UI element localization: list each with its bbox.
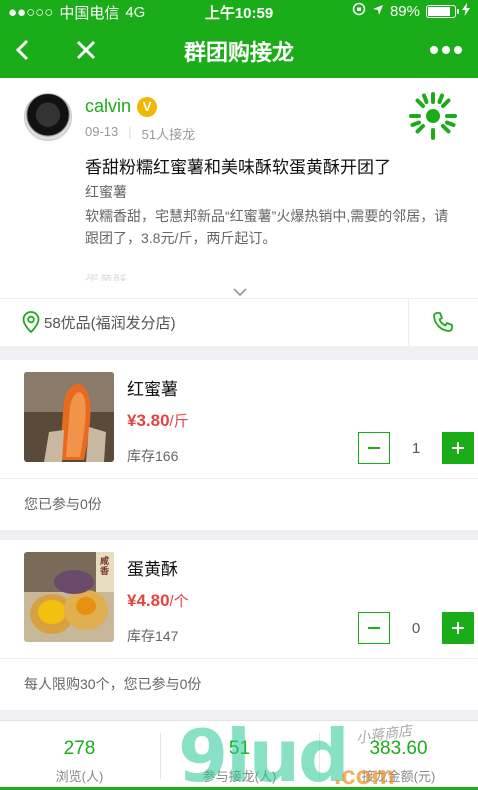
price-value: ¥3.80	[127, 411, 170, 430]
chevron-down-icon	[233, 288, 247, 297]
minus-icon	[368, 447, 380, 449]
price-unit: /斤	[169, 413, 189, 430]
author-name: calvin	[85, 96, 132, 116]
store-name: 58优品(福润发分店)	[44, 315, 176, 332]
product-image[interactable]: 咸香	[24, 552, 114, 642]
status-bar: ●●○○○ 中国电信 4G 上午10:59 89%	[0, 0, 478, 22]
battery-icon	[426, 4, 459, 18]
battery-percent: 89%	[389, 2, 420, 20]
increase-button[interactable]	[442, 432, 474, 464]
more-menu-button[interactable]	[430, 46, 462, 54]
participation-note: 您已参与0份	[24, 496, 102, 512]
increase-button[interactable]	[442, 612, 474, 644]
product-name: 红蜜薯	[127, 380, 178, 399]
sun-logo-icon	[409, 92, 457, 140]
stat-label: 浏览(人)	[55, 769, 104, 784]
rotation-lock-icon	[352, 2, 366, 20]
post-card: calvin V 09-13 | 51人接龙 香甜粉糯红蜜薯和美味酥软蛋黄酥开团…	[0, 78, 478, 347]
post-meta: 09-13 | 51人接龙	[85, 124, 195, 143]
truncated-text: 蛋黄酥	[85, 273, 127, 281]
price-unit: /个	[169, 593, 189, 610]
phone-icon[interactable]	[432, 311, 454, 333]
watermark-domain: .com	[334, 760, 395, 790]
plus-icon	[452, 442, 464, 454]
product-price: ¥3.80/斤	[127, 410, 189, 431]
participant-count: 51人接龙	[141, 127, 196, 142]
product-stock: 库存166	[127, 448, 179, 464]
product-price: ¥4.80/个	[127, 590, 189, 611]
charging-icon	[462, 2, 470, 20]
quantity-stepper: 0	[358, 612, 474, 644]
product-footer: 每人限购30个，您已参与0份	[0, 658, 478, 710]
product-card: 咸香 蛋黄酥 ¥4.80/个 库存147 0 每人限购30个，您已参与0份	[0, 540, 478, 710]
nav-bar: 群团购接龙	[0, 22, 478, 78]
watermark-logo: 9lud	[178, 714, 350, 790]
quantity-value[interactable]: 0	[396, 620, 436, 637]
product-stock: 库存147	[127, 628, 179, 644]
post-subtitle: 红蜜薯	[85, 184, 127, 200]
participation-note: 每人限购30个，您已参与0份	[24, 676, 202, 692]
plus-icon	[452, 622, 464, 634]
store-row[interactable]: 58优品(福润发分店)	[0, 298, 478, 347]
avatar[interactable]	[24, 93, 72, 141]
author-row[interactable]: calvin V	[85, 96, 158, 117]
product-image[interactable]	[24, 372, 114, 462]
decrease-button[interactable]	[358, 612, 390, 644]
package-label: 咸香	[100, 556, 110, 576]
product-name: 蛋黄酥	[127, 560, 178, 579]
post-title: 香甜粉糯红蜜薯和美味酥软蛋黄酥开团了	[85, 158, 391, 177]
location-arrow-icon	[372, 3, 384, 20]
divider	[408, 299, 409, 347]
price-value: ¥4.80	[127, 591, 170, 610]
stat-value: 278	[63, 738, 96, 759]
meta-divider: |	[128, 124, 132, 139]
product-card: 红蜜薯 ¥3.80/斤 库存166 1 您已参与0份	[0, 360, 478, 530]
post-body: 软糯香甜，宅慧邦新品“红蜜薯”火爆热销中,需要的邻居，请跟团了，3.8元/斤，两…	[85, 208, 449, 246]
page-title: 群团购接龙	[183, 40, 294, 65]
decrease-button[interactable]	[358, 432, 390, 464]
stat-views: 278 浏览(人)	[0, 721, 159, 790]
verified-badge: V	[137, 96, 158, 117]
quantity-stepper: 1	[358, 432, 474, 464]
location-pin-icon	[22, 311, 40, 333]
minus-icon	[368, 627, 380, 629]
quantity-value[interactable]: 1	[396, 440, 436, 457]
product-footer: 您已参与0份	[0, 478, 478, 530]
post-date: 09-13	[85, 124, 119, 139]
